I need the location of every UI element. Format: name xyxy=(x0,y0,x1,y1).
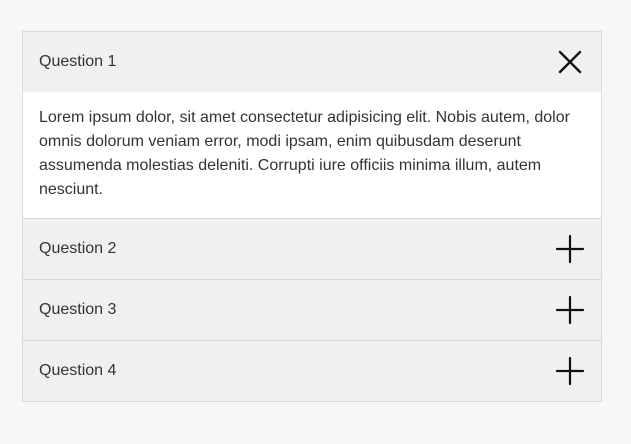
accordion-item-4: Question 4 xyxy=(23,341,601,401)
plus-icon[interactable] xyxy=(555,356,585,386)
question-label: Question 1 xyxy=(39,53,117,70)
accordion-header-3[interactable]: Question 3 xyxy=(23,280,601,340)
faq-accordion: Question 1 Lorem ipsum dolor, sit amet c… xyxy=(22,31,602,402)
accordion-header-1[interactable]: Question 1 xyxy=(23,32,601,92)
accordion-header-2[interactable]: Question 2 xyxy=(23,219,601,279)
accordion-item-3: Question 3 xyxy=(23,280,601,341)
question-label: Question 2 xyxy=(39,240,117,257)
close-icon[interactable] xyxy=(555,47,585,77)
plus-icon[interactable] xyxy=(555,295,585,325)
question-label: Question 3 xyxy=(39,301,117,318)
plus-icon[interactable] xyxy=(555,234,585,264)
accordion-item-1: Question 1 Lorem ipsum dolor, sit amet c… xyxy=(23,32,601,219)
question-label: Question 4 xyxy=(39,362,117,379)
answer-text: Lorem ipsum dolor, sit amet consectetur … xyxy=(23,92,601,218)
accordion-item-2: Question 2 xyxy=(23,219,601,280)
accordion-header-4[interactable]: Question 4 xyxy=(23,341,601,401)
